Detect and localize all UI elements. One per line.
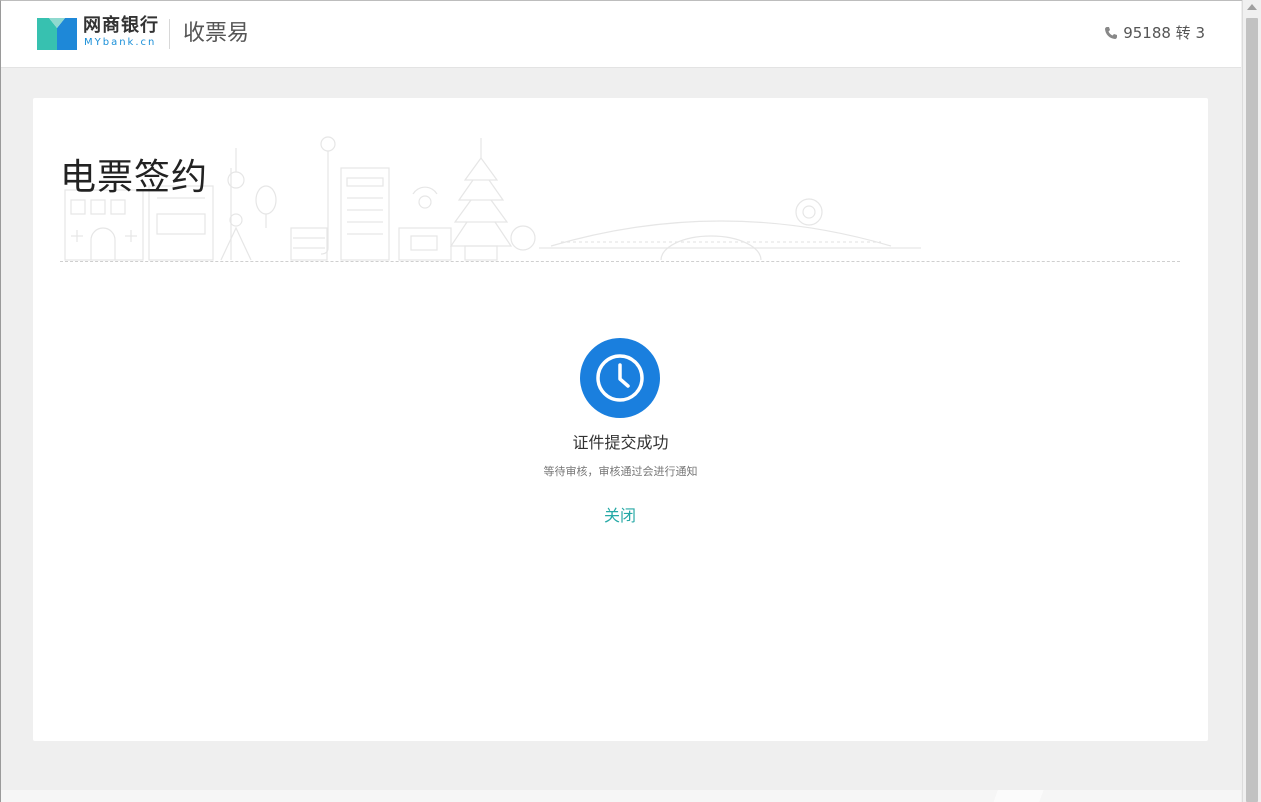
close-button[interactable]: 关闭 [580,504,660,528]
clock-icon [580,338,660,418]
title-divider [60,261,1180,262]
brand-divider [169,19,170,49]
mybank-logo-icon [37,18,77,50]
footer-decoration [975,790,1085,802]
brand-name-cn: 网商银行 [83,15,159,36]
page-title: 电票签约 [60,157,209,198]
top-header: 网商银行 MYbank.cn 收票易 95188 转 3 [1,1,1241,68]
content-card: 电票签约 证件提交成功 等待审核，审核通过会进行通知 关闭 [33,98,1208,741]
scroll-up-icon[interactable] [1247,4,1257,10]
hotline-number: 95188 转 3 [1123,24,1205,42]
brand-name-en: MYbank.cn [84,37,157,48]
vertical-scrollbar[interactable] [1242,0,1261,802]
status-title: 证件提交成功 [572,433,669,452]
product-name: 收票易 [183,21,250,46]
status-description: 等待审核，审核通过会进行通知 [543,465,698,478]
phone-icon [1105,27,1118,39]
service-hotline: 95188 转 3 [1104,23,1205,43]
scroll-thumb[interactable] [1246,18,1258,802]
